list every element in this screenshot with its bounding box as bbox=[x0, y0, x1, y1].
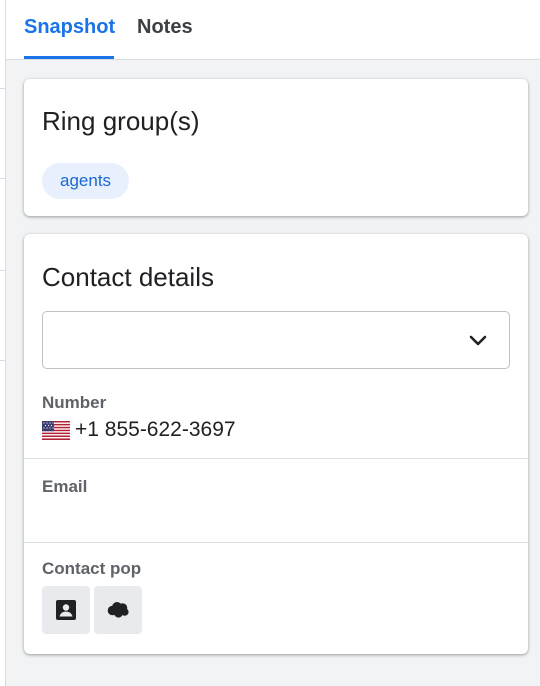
tab-notes[interactable]: Notes bbox=[137, 0, 197, 60]
left-panel-divider bbox=[0, 360, 6, 361]
number-label: Number bbox=[42, 393, 107, 412]
email-label: Email bbox=[42, 477, 88, 496]
contact-card-icon bbox=[56, 600, 76, 620]
contact-pop-salesforce-button[interactable] bbox=[94, 586, 142, 634]
left-panel-divider bbox=[0, 270, 6, 271]
divider bbox=[24, 458, 528, 459]
divider bbox=[24, 542, 528, 543]
contact-select-dropdown[interactable] bbox=[42, 311, 510, 369]
left-panel-divider bbox=[0, 88, 6, 89]
left-panel-edge bbox=[0, 0, 6, 686]
chevron-down-icon bbox=[469, 335, 487, 346]
phone-number-value[interactable]: +1 855-622-3697 bbox=[75, 418, 236, 442]
phone-number: +1 855-622-3697 bbox=[42, 418, 236, 442]
tab-snapshot[interactable]: Snapshot bbox=[24, 0, 115, 60]
ring-groups-card: Ring group(s) agents bbox=[24, 79, 528, 216]
left-panel-divider bbox=[0, 178, 6, 179]
contact-pop-contact-button[interactable] bbox=[42, 586, 90, 634]
ring-group-chip: agents bbox=[42, 163, 130, 199]
contact-pop-label: Contact pop bbox=[42, 559, 142, 578]
ring-groups-title: Ring group(s) bbox=[42, 106, 200, 136]
contact-details-title: Contact details bbox=[42, 262, 214, 292]
us-flag-icon bbox=[42, 420, 70, 440]
tab-bar: Snapshot Notes bbox=[6, 0, 540, 60]
salesforce-cloud-icon bbox=[107, 602, 129, 618]
contact-details-card: Contact details Number +1 855-622-3697 E… bbox=[24, 234, 528, 654]
